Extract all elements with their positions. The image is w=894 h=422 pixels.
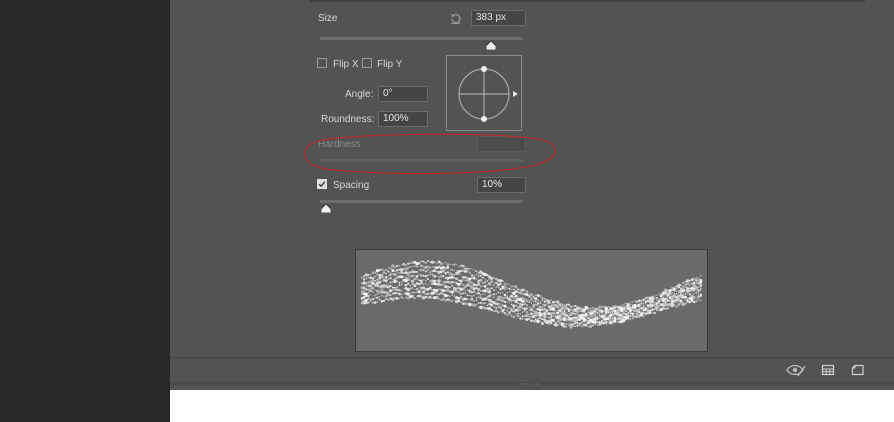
size-label: Size <box>318 13 338 24</box>
panel-top-divider <box>310 0 865 2</box>
spacing-slider-track[interactable] <box>320 200 523 203</box>
spacing-slider-thumb[interactable] <box>321 204 332 213</box>
reset-icon[interactable] <box>449 12 462 25</box>
left-dark-area <box>0 0 170 422</box>
spacing-input[interactable]: 10% <box>477 177 526 193</box>
annotation-ellipse <box>304 133 556 175</box>
grid-icon[interactable] <box>821 363 835 377</box>
angle-label: Angle: <box>345 89 374 100</box>
flip-x-label: Flip X <box>333 59 359 70</box>
spacing-checkbox[interactable] <box>317 179 327 189</box>
brush-stroke-preview <box>355 249 708 352</box>
size-slider-thumb[interactable] <box>485 41 496 50</box>
footer-divider <box>170 357 894 358</box>
flip-y-checkbox[interactable] <box>362 58 372 68</box>
angle-input[interactable]: 0° <box>378 86 428 102</box>
roundness-input[interactable]: 100% <box>378 111 428 127</box>
flip-y-label: Flip Y <box>377 59 403 70</box>
eye-crossed-icon[interactable] <box>786 363 806 377</box>
brush-stroke-image <box>360 260 703 329</box>
flip-x-checkbox[interactable] <box>317 58 327 68</box>
roundness-label: Roundness: <box>321 114 375 125</box>
resize-grip[interactable] <box>518 383 542 385</box>
size-input[interactable]: 383 px <box>471 10 526 26</box>
size-slider-track[interactable] <box>320 37 523 40</box>
new-preset-icon[interactable] <box>851 363 865 377</box>
brush-tip-circle[interactable] <box>447 56 521 130</box>
checkmark-icon <box>318 181 326 188</box>
brush-angle-widget[interactable] <box>446 55 522 131</box>
spacing-label: Spacing <box>333 180 370 191</box>
